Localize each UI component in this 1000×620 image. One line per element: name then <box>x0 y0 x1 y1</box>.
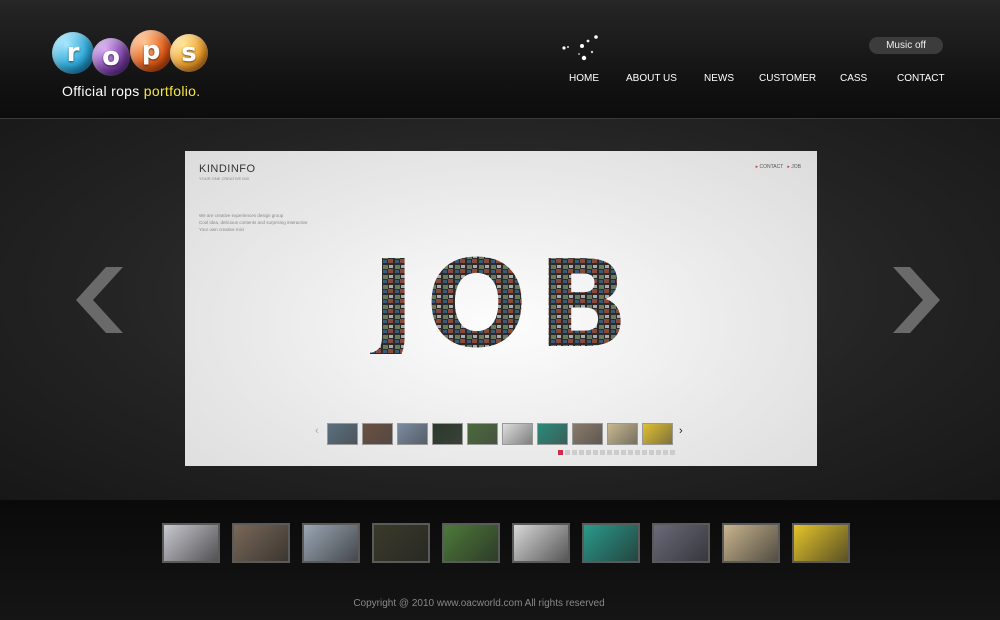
slide-brand: KINDINFO <box>199 163 256 175</box>
pagination-dot[interactable] <box>663 450 668 455</box>
mini-thumbnail[interactable] <box>572 423 603 445</box>
slide-links: ▸ CONTACT ▸ JOB <box>755 164 801 170</box>
mini-thumbnail[interactable] <box>467 423 498 445</box>
mini-thumbnail[interactable] <box>432 423 463 445</box>
mini-thumbnail[interactable] <box>502 423 533 445</box>
slide-brand-sub: YOUR ONE CREATIVE MIX <box>199 176 250 181</box>
job-mosaic-headline: JOB <box>370 254 639 354</box>
prev-arrow-icon[interactable] <box>76 267 124 333</box>
mini-thumbnail[interactable] <box>362 423 393 445</box>
thumbnail-dark-group[interactable] <box>372 523 430 563</box>
slide-preview[interactable]: KINDINFO YOUR ONE CREATIVE MIX ▸ CONTACT… <box>185 151 817 466</box>
logo-letter-r: r <box>52 32 94 74</box>
nav-news[interactable]: NEWS <box>704 73 734 84</box>
thumbnail-city-skyline[interactable] <box>652 523 710 563</box>
nav-home[interactable]: HOME <box>569 73 599 84</box>
tagline: Official rops portfolio. <box>62 83 200 99</box>
thumbnail-city-map[interactable] <box>302 523 360 563</box>
slide-description: We are creative experiences design group… <box>199 212 308 233</box>
nav-contact[interactable]: CONTACT <box>897 73 945 84</box>
tagline-main: Official rops <box>62 83 140 99</box>
mini-thumbnail[interactable] <box>327 423 358 445</box>
music-toggle-button[interactable]: Music off <box>869 37 943 54</box>
thumbnail-teal-figure[interactable] <box>582 523 640 563</box>
thumbnail-people-group[interactable] <box>162 523 220 563</box>
pagination-dot[interactable] <box>572 450 577 455</box>
tagline-highlight: portfolio. <box>143 83 201 99</box>
slide-desc-line: Cool idea, delicious contents and surpri… <box>199 220 308 225</box>
logo-letter-o: o <box>92 38 130 76</box>
logo-letter-s: s <box>170 34 208 72</box>
pagination-dot[interactable] <box>656 450 661 455</box>
pagination-dot[interactable] <box>628 450 633 455</box>
rops-logo[interactable]: r o p s <box>52 30 212 80</box>
nav-customer[interactable]: CUSTOMER <box>759 73 816 84</box>
logo-letter-p: p <box>130 30 172 72</box>
pagination-dot[interactable] <box>558 450 563 455</box>
thumbnail-black-white[interactable] <box>512 523 570 563</box>
thumbnail-office-team[interactable] <box>232 523 290 563</box>
pagination-dot[interactable] <box>621 450 626 455</box>
thumbnail-yellow-people[interactable] <box>792 523 850 563</box>
nav-about-us[interactable]: ABOUT US <box>626 73 677 84</box>
mini-thumbnail[interactable] <box>397 423 428 445</box>
pagination-dot[interactable] <box>614 450 619 455</box>
nav-cass[interactable]: CASS <box>840 73 867 84</box>
pagination-dot[interactable] <box>586 450 591 455</box>
pagination-dot[interactable] <box>600 450 605 455</box>
job-headline-text: JOB <box>370 254 639 354</box>
slide-desc-line: Your own creative mix! <box>199 227 245 232</box>
thumbnail-beige-site[interactable] <box>722 523 780 563</box>
pagination-dot[interactable] <box>607 450 612 455</box>
pagination-dot[interactable] <box>593 450 598 455</box>
next-arrow-icon[interactable] <box>892 267 940 333</box>
mini-next-icon[interactable]: › <box>679 425 683 437</box>
pagination-dot[interactable] <box>579 450 584 455</box>
mini-thumbnail[interactable] <box>607 423 638 445</box>
mini-thumbnail[interactable] <box>642 423 673 445</box>
copyright-text: Copyright @ 2010 www.oacworld.com All ri… <box>353 598 605 609</box>
pagination-dot[interactable] <box>565 450 570 455</box>
thumbnail-green-field[interactable] <box>442 523 500 563</box>
sparkle-icon <box>562 35 598 61</box>
pagination-dot[interactable] <box>635 450 640 455</box>
mini-thumbnail[interactable] <box>537 423 568 445</box>
slide-link-job[interactable]: JOB <box>791 164 801 170</box>
pagination-dot[interactable] <box>649 450 654 455</box>
mini-prev-icon[interactable]: ‹ <box>315 425 319 437</box>
slide-desc-line: We are creative experiences design group <box>199 213 284 218</box>
slide-link-contact[interactable]: CONTACT <box>759 164 783 170</box>
pagination-dot[interactable] <box>670 450 675 455</box>
pagination-dot[interactable] <box>642 450 647 455</box>
